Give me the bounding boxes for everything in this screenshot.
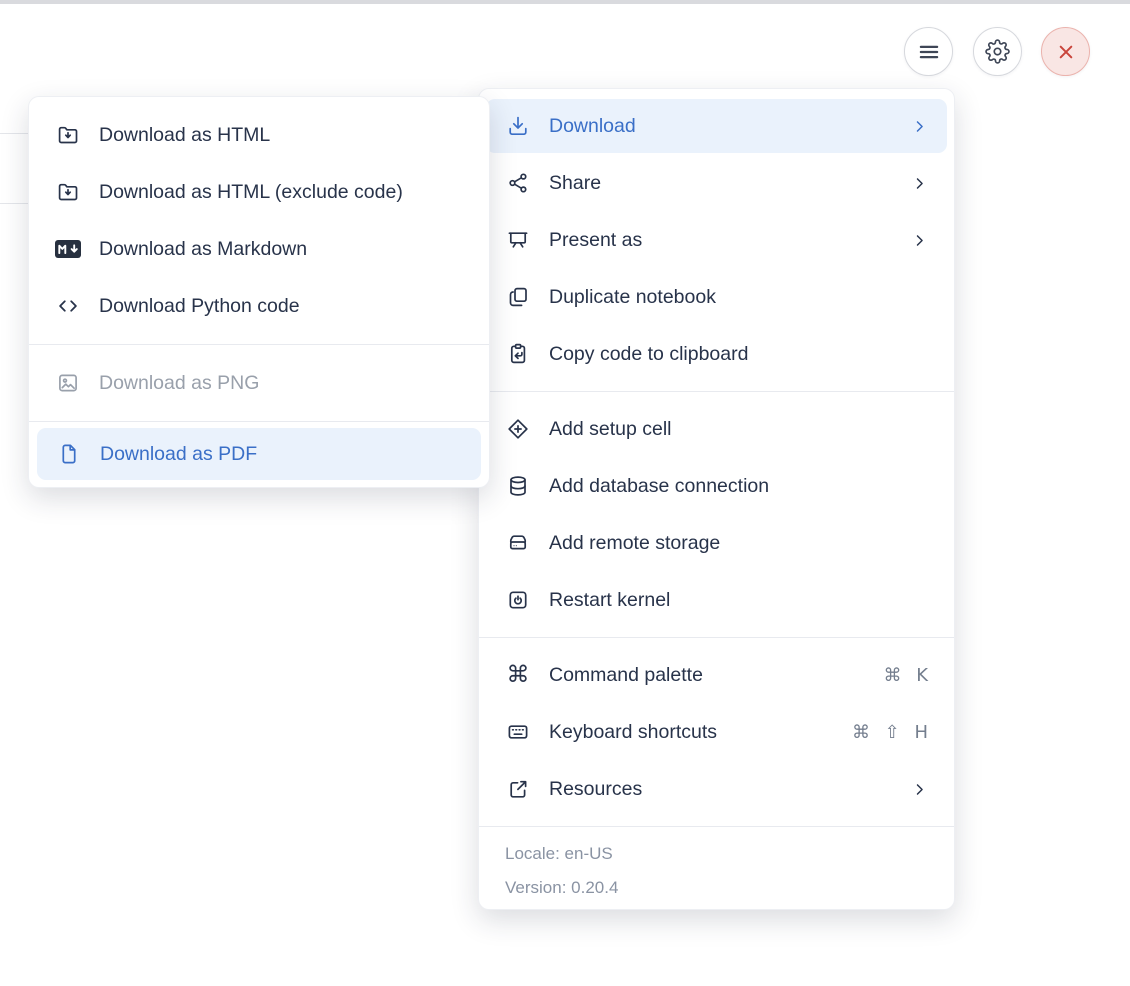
chevron-right-icon — [911, 175, 928, 192]
shortcut-hint: ⌘ ⇧ H — [851, 721, 928, 743]
shortcut-hint: ⌘ K — [883, 664, 928, 686]
menu-item-label: Keyboard shortcuts — [549, 720, 718, 743]
menu-item-label: Restart kernel — [549, 588, 671, 611]
restart-kernel-icon — [505, 587, 531, 613]
notebook-menu: Download Share Present as Duplicate note… — [478, 88, 955, 910]
menu-item-label: Add remote storage — [549, 531, 721, 554]
menu-item-keyboard-shortcuts[interactable]: Keyboard shortcuts ⌘ ⇧ H — [486, 705, 947, 759]
hamburger-menu-button[interactable] — [904, 27, 953, 76]
menu-item-command-palette[interactable]: ⌘ Command palette ⌘ K — [486, 648, 947, 702]
submenu-item-download-markdown[interactable]: Download as Markdown — [36, 222, 482, 276]
submenu-item-download-html-exclude-code[interactable]: Download as HTML (exclude code) — [36, 165, 482, 219]
menu-item-copy-code[interactable]: Copy code to clipboard — [486, 327, 947, 381]
submenu-item-label: Download as PDF — [100, 442, 258, 465]
menu-item-label: Copy code to clipboard — [549, 342, 749, 365]
external-link-icon — [505, 776, 531, 802]
submenu-group: Download as PDF — [29, 422, 489, 487]
submenu-item-label: Download as HTML (exclude code) — [99, 180, 403, 203]
clipboard-arrow-icon — [505, 341, 531, 367]
submenu-item-download-python-code[interactable]: Download Python code — [36, 279, 482, 333]
menu-item-label: Resources — [549, 777, 643, 800]
menu-item-add-setup-cell[interactable]: Add setup cell — [486, 402, 947, 456]
hamburger-icon — [916, 39, 942, 65]
locale-info: Locale: en-US — [505, 844, 613, 863]
submenu-item-label: Download Python code — [99, 294, 300, 317]
chevron-right-icon — [911, 118, 928, 135]
submenu-item-label: Download as HTML — [99, 123, 271, 146]
menu-item-present-as[interactable]: Present as — [486, 213, 947, 267]
diamond-plus-icon — [505, 416, 531, 442]
submenu-item-download-pdf[interactable]: Download as PDF — [37, 428, 481, 480]
submenu-group: Download as PNG — [29, 345, 489, 421]
database-icon — [505, 473, 531, 499]
menu-item-label: Share — [549, 171, 602, 194]
menu-item-label: Duplicate notebook — [549, 285, 716, 308]
folder-download-icon — [55, 179, 81, 205]
download-submenu: Download as HTML Download as HTML (exclu… — [28, 96, 490, 488]
menu-item-add-remote-storage[interactable]: Add remote storage — [486, 516, 947, 570]
duplicate-icon — [505, 284, 531, 310]
chevron-right-icon — [911, 232, 928, 249]
menu-item-label: Present as — [549, 228, 643, 251]
keyboard-icon — [505, 719, 531, 745]
download-icon — [505, 113, 531, 139]
menu-item-label: Add setup cell — [549, 417, 672, 440]
menu-item-restart-kernel[interactable]: Restart kernel — [486, 573, 947, 627]
storage-icon — [505, 530, 531, 556]
file-icon — [56, 441, 82, 467]
menu-item-duplicate-notebook[interactable]: Duplicate notebook — [486, 270, 947, 324]
background-cell-divider — [0, 133, 29, 134]
command-icon: ⌘ — [506, 661, 530, 688]
submenu-item-label: Download as PNG — [99, 371, 260, 394]
menu-group: Add setup cell Add database connection A… — [479, 392, 954, 637]
menu-item-label: Add database connection — [549, 474, 770, 497]
background-cell-divider — [0, 203, 29, 204]
close-icon — [1053, 39, 1079, 65]
menu-item-resources[interactable]: Resources — [486, 762, 947, 816]
top-accent-bar — [0, 0, 1130, 4]
submenu-item-download-png[interactable]: Download as PNG — [36, 356, 482, 410]
close-button[interactable] — [1041, 27, 1090, 76]
submenu-item-label: Download as Markdown — [99, 237, 308, 260]
share-icon — [505, 170, 531, 196]
submenu-item-download-html[interactable]: Download as HTML — [36, 108, 482, 162]
menu-item-label: Download — [549, 114, 636, 137]
submenu-group: Download as HTML Download as HTML (exclu… — [29, 97, 489, 344]
menu-group: ⌘ Command palette ⌘ K Keyboard shortcuts… — [479, 638, 954, 826]
folder-download-icon — [55, 122, 81, 148]
menu-footer: Locale: en-US Version: 0.20.4 — [479, 827, 954, 909]
version-info: Version: 0.20.4 — [505, 878, 619, 897]
present-icon — [505, 227, 531, 253]
menu-item-download[interactable]: Download — [486, 99, 947, 153]
markdown-icon — [55, 236, 81, 262]
menu-item-label: Command palette — [549, 663, 703, 686]
menu-item-share[interactable]: Share — [486, 156, 947, 210]
settings-button[interactable] — [973, 27, 1022, 76]
image-icon — [55, 370, 81, 396]
gear-icon — [985, 39, 1011, 65]
chevron-right-icon — [911, 781, 928, 798]
menu-group: Download Share Present as Duplicate note… — [479, 89, 954, 391]
menu-item-add-database-connection[interactable]: Add database connection — [486, 459, 947, 513]
code-icon — [55, 293, 81, 319]
